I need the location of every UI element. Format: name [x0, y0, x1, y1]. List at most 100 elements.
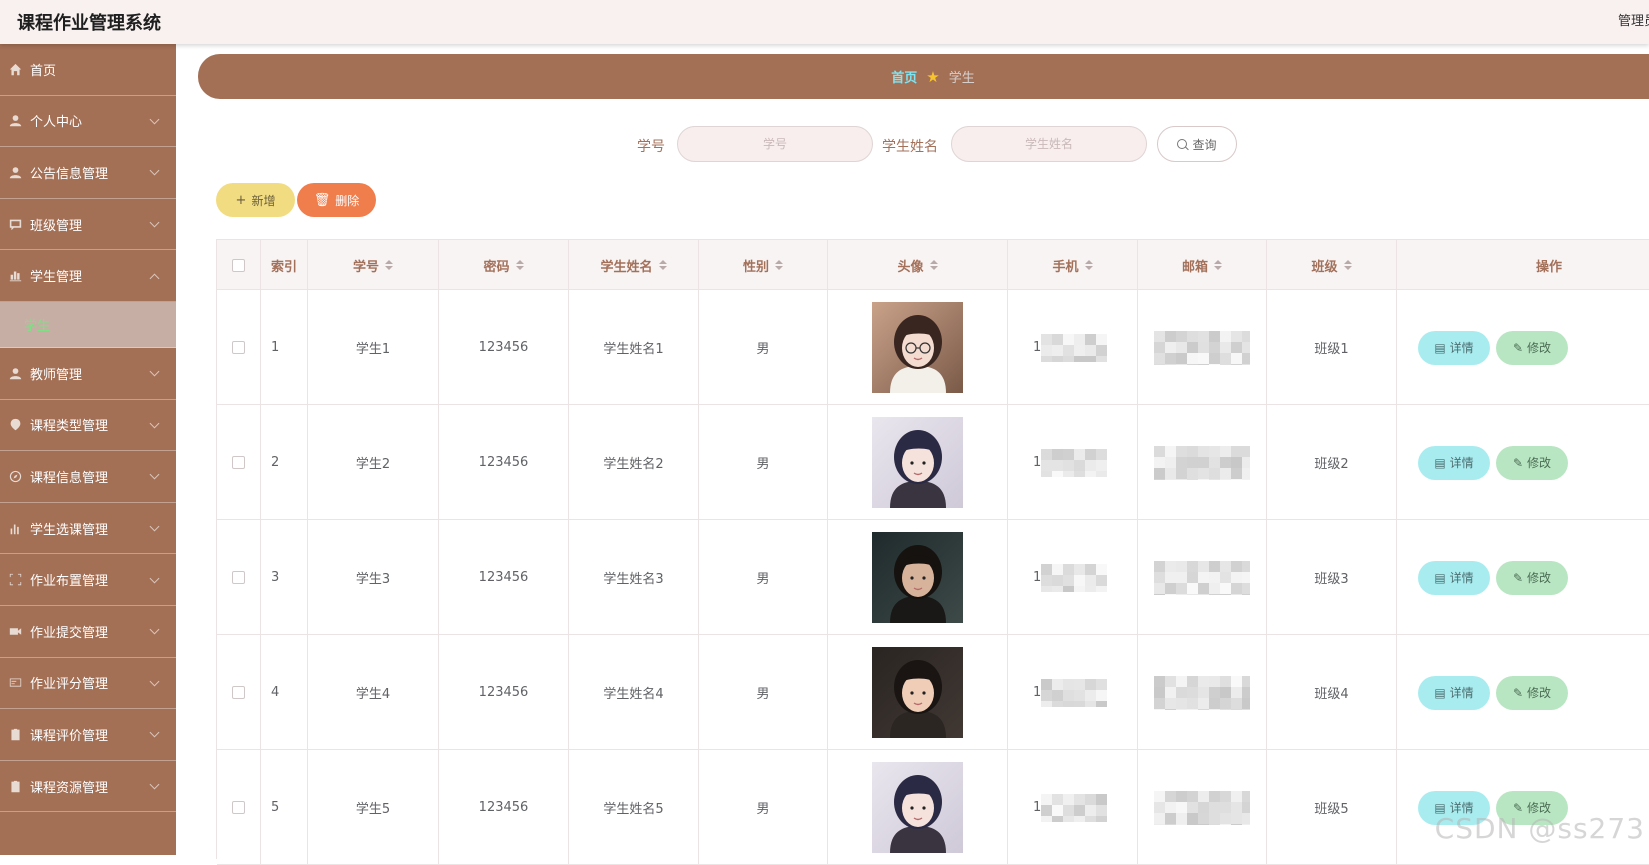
student-name-input[interactable] [951, 126, 1147, 162]
row-checkbox[interactable] [232, 456, 245, 469]
sort-icon[interactable] [930, 260, 938, 270]
trash-icon: 🗑 [314, 193, 331, 208]
cell-phone-text: 1 [1033, 340, 1041, 355]
sidebar-item-course-review[interactable]: 课程评价管理 [0, 709, 176, 761]
cell-index: 4 [261, 635, 308, 750]
sidebar-item-class[interactable]: 班级管理 [0, 199, 176, 251]
detail-button[interactable]: ▤详情 [1418, 446, 1490, 480]
cell-student-name: 学生姓名4 [569, 635, 699, 750]
sort-icon[interactable] [1085, 260, 1093, 270]
cell-password: 123456 [439, 635, 569, 750]
cell-phone-text: 1 [1033, 685, 1041, 700]
delete-button-label: 删除 [335, 192, 359, 209]
cell-index: 3 [261, 520, 308, 635]
sidebar-item-homework-assign[interactable]: 作业布置管理 [0, 554, 176, 606]
sidebar-item-course-resource[interactable]: 课程资源管理 [0, 761, 176, 813]
detail-button[interactable]: ▤详情 [1418, 331, 1490, 365]
chevron-down-icon [150, 218, 160, 228]
avatar-image [872, 302, 963, 393]
sidebar-item-student[interactable]: 学生管理 [0, 250, 176, 302]
user-menu[interactable]: 管理员 [1618, 10, 1649, 29]
sidebar-item-notice[interactable]: 公告信息管理 [0, 147, 176, 199]
sidebar-item-label: 作业布置管理 [30, 570, 108, 589]
cell-avatar [828, 750, 1008, 865]
detail-button[interactable]: ▤详情 [1418, 676, 1490, 710]
cell-password-text: 123456 [479, 340, 529, 355]
student-id-input[interactable] [677, 126, 873, 162]
query-button[interactable]: 查询 [1157, 126, 1237, 162]
sort-icon[interactable] [659, 260, 667, 270]
add-button[interactable]: + 新增 [216, 183, 295, 217]
app-title: 课程作业管理系统 [17, 9, 161, 35]
detail-button-label: 详情 [1450, 454, 1474, 471]
edit-button-label: 修改 [1527, 569, 1551, 586]
row-checkbox[interactable] [232, 686, 245, 699]
col-student-name[interactable]: 学生姓名 [569, 240, 699, 290]
col-student-id-label: 学号 [353, 256, 379, 275]
col-actions-label: 操作 [1536, 256, 1562, 275]
user-icon [8, 165, 22, 179]
fullscreen-icon [8, 573, 22, 587]
sidebar-item-homework-submit[interactable]: 作业提交管理 [0, 606, 176, 658]
edit-button[interactable]: ✎修改 [1496, 446, 1568, 480]
col-avatar[interactable]: 头像 [828, 240, 1008, 290]
row-select-cell [217, 520, 261, 635]
user-icon [8, 366, 22, 380]
video-icon [8, 624, 22, 638]
sidebar-item-profile[interactable]: 个人中心 [0, 96, 176, 148]
row-checkbox[interactable] [232, 341, 245, 354]
sidebar-item-teacher[interactable]: 教师管理 [0, 348, 176, 400]
breadcrumb: 首页 ★ 学生 [198, 54, 1649, 99]
edit-button[interactable]: ✎修改 [1496, 676, 1568, 710]
sort-icon[interactable] [1344, 260, 1352, 270]
sidebar-item-home[interactable]: 首页 [0, 44, 176, 96]
cell-student-id: 学生4 [308, 635, 439, 750]
cell-gender: 男 [699, 405, 828, 520]
cell-student-name: 学生姓名5 [569, 750, 699, 865]
sidebar-item-course-info[interactable]: 课程信息管理 [0, 451, 176, 503]
sort-icon[interactable] [385, 260, 393, 270]
sidebar-item-homework-score[interactable]: 作业评分管理 [0, 658, 176, 710]
col-index: 索引 [261, 240, 308, 290]
sort-icon[interactable] [516, 260, 524, 270]
edit-button[interactable]: ✎ 修改 [1496, 561, 1568, 595]
card-icon [8, 676, 22, 690]
detail-button[interactable]: ▤详情 [1418, 561, 1490, 595]
redacted-mosaic [1154, 561, 1250, 595]
sidebar-item-course-type[interactable]: 课程类型管理 [0, 400, 176, 452]
cell-password-text: 123456 [479, 685, 529, 700]
redacted-mosaic [1154, 446, 1250, 480]
select-all-checkbox[interactable] [232, 259, 245, 272]
row-checkbox[interactable] [232, 571, 245, 584]
cell-class: 班级2 [1267, 405, 1397, 520]
delete-button[interactable]: 🗑 删除 [297, 183, 376, 217]
cell-class-text: 班级5 [1314, 798, 1348, 817]
col-gender[interactable]: 性别 [699, 240, 828, 290]
sidebar-item-label: 班级管理 [30, 215, 82, 234]
breadcrumb-home[interactable]: 首页 [891, 67, 917, 86]
query-button-label: 查询 [1192, 136, 1216, 153]
sort-icon[interactable] [1214, 260, 1222, 270]
edit-icon: ✎ [1513, 456, 1523, 470]
cell-actions: ▤详情 ✎修改 [1397, 290, 1649, 405]
col-email[interactable]: 邮箱 [1138, 240, 1267, 290]
col-class[interactable]: 班级 [1267, 240, 1397, 290]
col-student-id[interactable]: 学号 [308, 240, 439, 290]
sidebar-subitem-student[interactable]: 学生 [0, 302, 176, 348]
cell-index: 1 [261, 290, 308, 405]
edit-icon: ✎ [1513, 571, 1523, 585]
sidebar-item-label: 教师管理 [30, 364, 82, 383]
sidebar: 首页 个人中心 公告信息管理 班级管理 学生管理 学生 教师管理 课程类型管理 … [0, 44, 176, 855]
cell-student-name-text: 学生姓名3 [603, 568, 663, 587]
edit-button[interactable]: ✎修改 [1496, 331, 1568, 365]
cell-password: 123456 [439, 520, 569, 635]
row-checkbox[interactable] [232, 801, 245, 814]
sidebar-item-course-select[interactable]: 学生选课管理 [0, 503, 176, 555]
detail-button-label: 详情 [1450, 569, 1474, 586]
col-phone[interactable]: 手机 [1008, 240, 1138, 290]
col-password[interactable]: 密码 [439, 240, 569, 290]
cell-gender-text: 男 [756, 568, 769, 587]
user-icon [8, 114, 22, 128]
sort-icon[interactable] [775, 260, 783, 270]
sidebar-item-label: 首页 [30, 60, 56, 79]
